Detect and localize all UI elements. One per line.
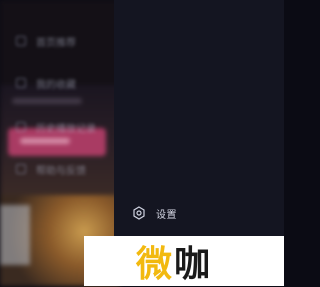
menu-item-3[interactable]: 历史播放记录 [16,116,156,138]
preview-banner-text [20,138,70,144]
settings-menu-item[interactable]: 设置 [132,204,177,222]
menu-item-2[interactable]: 我的收藏 [16,72,156,94]
menu-item-label: 首页推荐 [36,37,76,49]
watermark-logo-text: 微 咖 [136,236,212,286]
menu-item-1[interactable]: 首页推荐 [16,30,156,52]
gear-icon [132,206,146,220]
settings-label: 设置 [156,209,177,221]
menu-item-4[interactable]: 帮助与反馈 [16,158,156,180]
preview-photo-edge [0,205,30,265]
menu-item-label: 历史播放记录 [36,123,96,135]
menu-item-label: 我的收藏 [36,79,76,91]
watermark-char-2: 咖 [174,244,213,285]
help-icon [16,164,26,174]
history-icon [16,122,26,132]
menu-item-label: 帮助与反馈 [36,165,86,177]
watermark-char-1: 微 [136,244,175,285]
brand-watermark: 微 咖 [84,236,284,286]
home-icon [16,36,26,46]
star-icon [16,78,26,88]
preview-text-line [12,98,82,104]
